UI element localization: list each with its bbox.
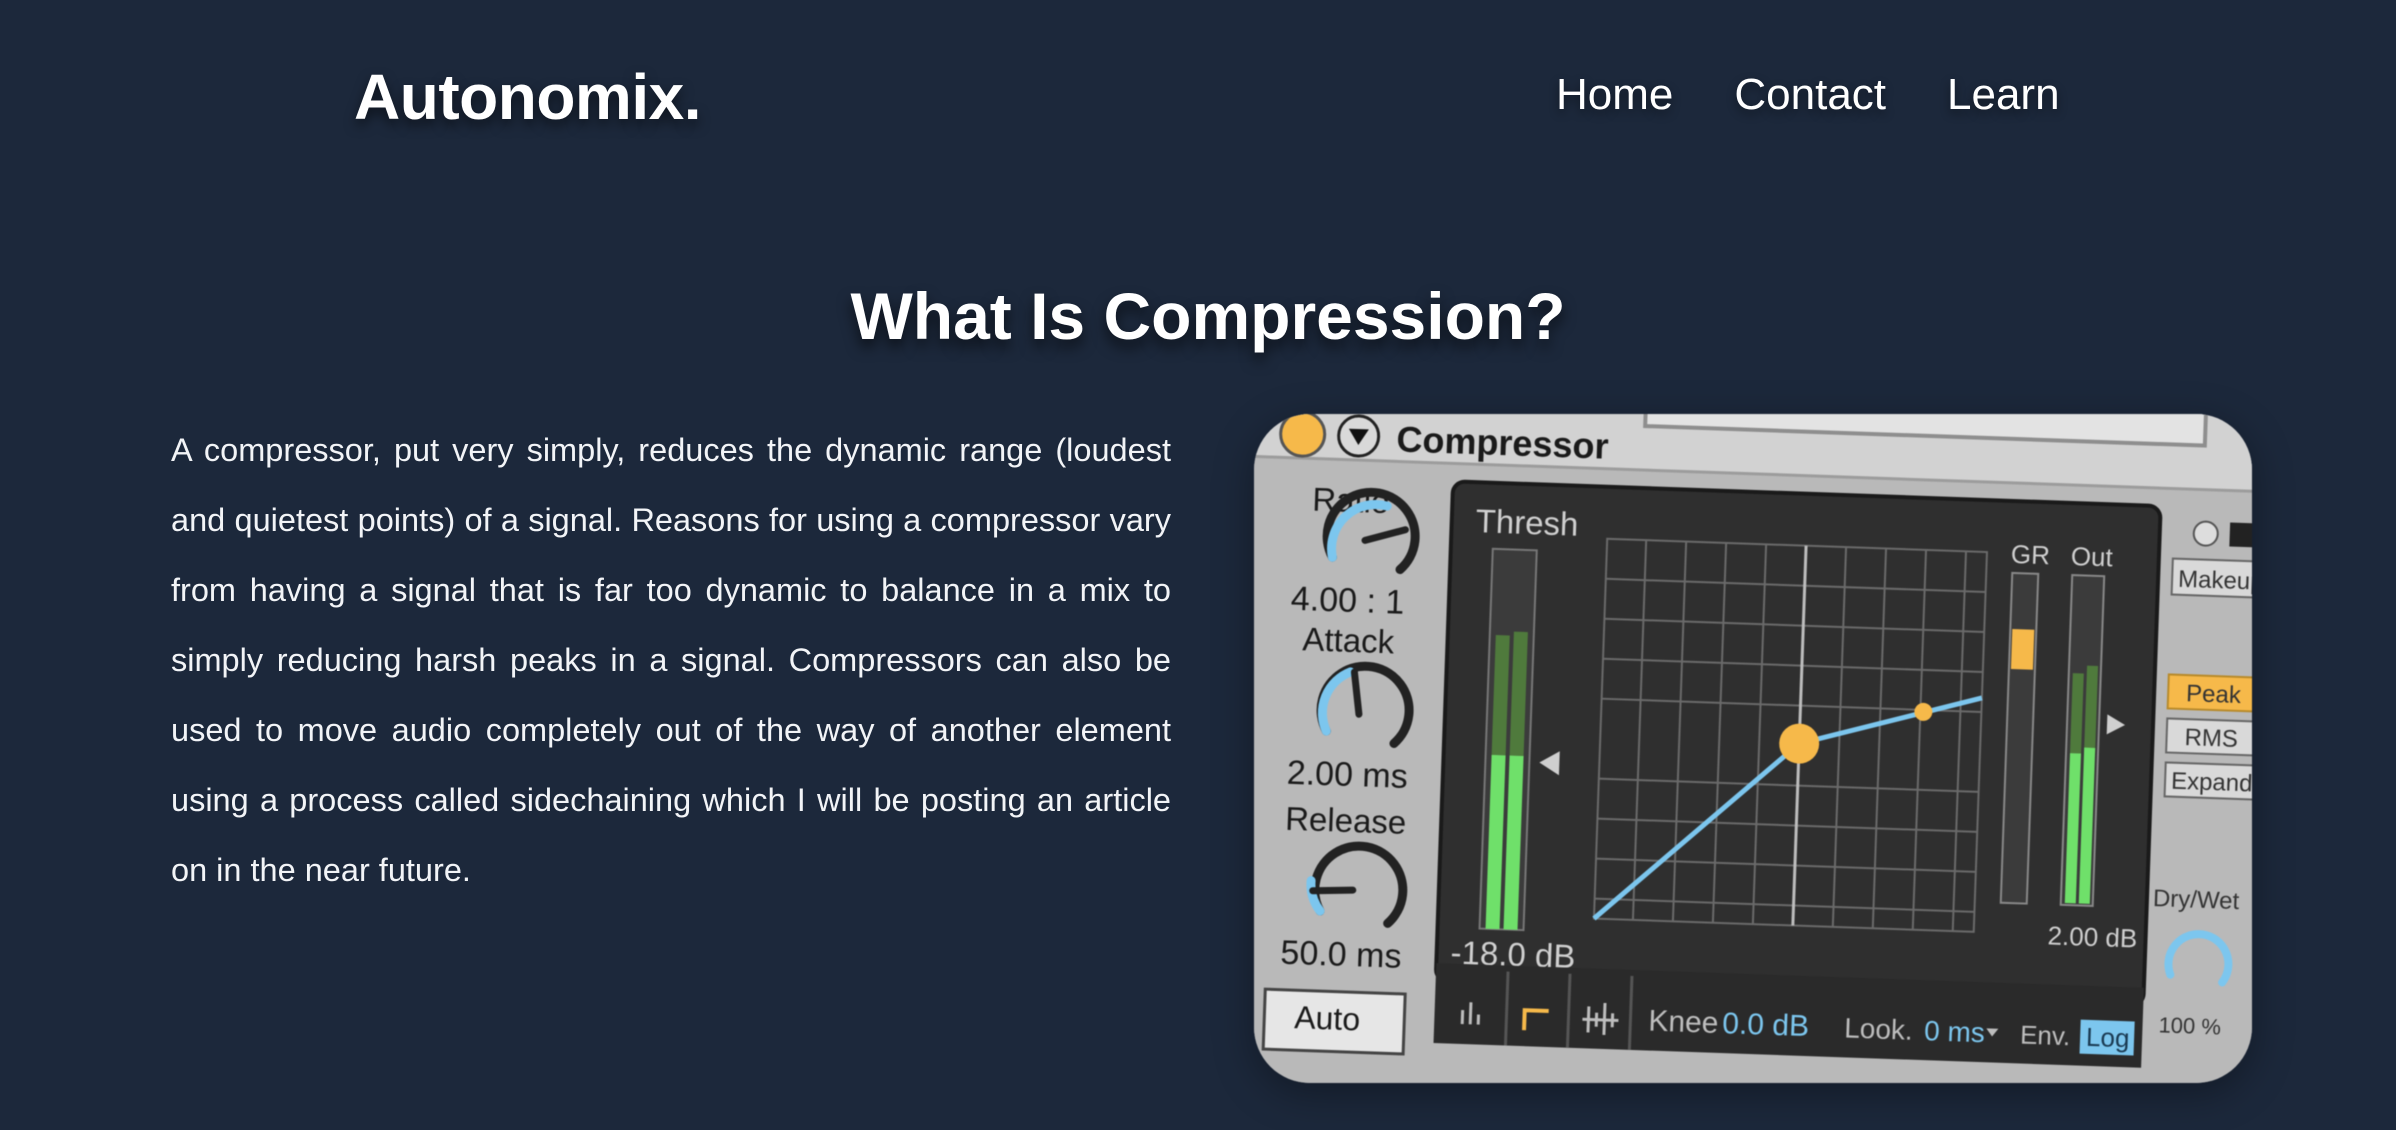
drywet-label: Dry/Wet	[2153, 885, 2240, 915]
release-knob	[1309, 886, 1357, 895]
save-icon	[2229, 522, 2252, 548]
link-icon	[2192, 520, 2219, 547]
look-value: 0 ms	[1924, 1015, 1986, 1048]
site-logo[interactable]: Autonomix.	[354, 60, 701, 134]
thresh-label: Thresh	[1475, 502, 1579, 543]
out-value: 2.00 dB	[2047, 920, 2138, 953]
nav-home-link[interactable]: Home	[1556, 70, 1673, 120]
env-value: Log	[2086, 1022, 2130, 1053]
look-label: Look.	[1844, 1012, 1914, 1045]
nav-learn-link[interactable]: Learn	[1947, 70, 2060, 120]
out-label: Out	[2070, 541, 2114, 572]
plugin-title: Compressor	[1396, 418, 1609, 466]
ratio-value: 4.00 : 1	[1290, 580, 1405, 622]
attack-label: Attack	[1302, 620, 1395, 660]
makeup-button: Makeup	[2178, 566, 2252, 596]
drywet-value: 100 %	[2158, 1012, 2221, 1039]
auto-button: Auto	[1294, 999, 1361, 1037]
intro-paragraph: A compressor, put very simply, reduces t…	[171, 432, 1171, 888]
device-activator-icon	[1279, 414, 1327, 458]
compressor-illustration: Compressor Ratio 4.00 : 1 Attack 2.00 ms…	[1254, 414, 2252, 1083]
main-nav: Home Contact Learn	[1556, 70, 2060, 120]
env-label: Env.	[2020, 1020, 2071, 1052]
expand-button: Expand	[2171, 768, 2252, 798]
page-heading: What Is Compression?	[850, 279, 1566, 353]
release-label: Release	[1285, 800, 1407, 841]
knee-value: 0.0 dB	[1722, 1007, 1810, 1043]
rms-button: RMS	[2184, 724, 2238, 753]
nav-contact-link[interactable]: Contact	[1734, 70, 1886, 120]
knee-label: Knee	[1648, 1005, 1719, 1040]
release-value: 50.0 ms	[1280, 934, 1402, 976]
gr-label: GR	[2010, 539, 2050, 570]
attack-value: 2.00 ms	[1286, 754, 1408, 796]
peak-button: Peak	[2186, 680, 2243, 709]
